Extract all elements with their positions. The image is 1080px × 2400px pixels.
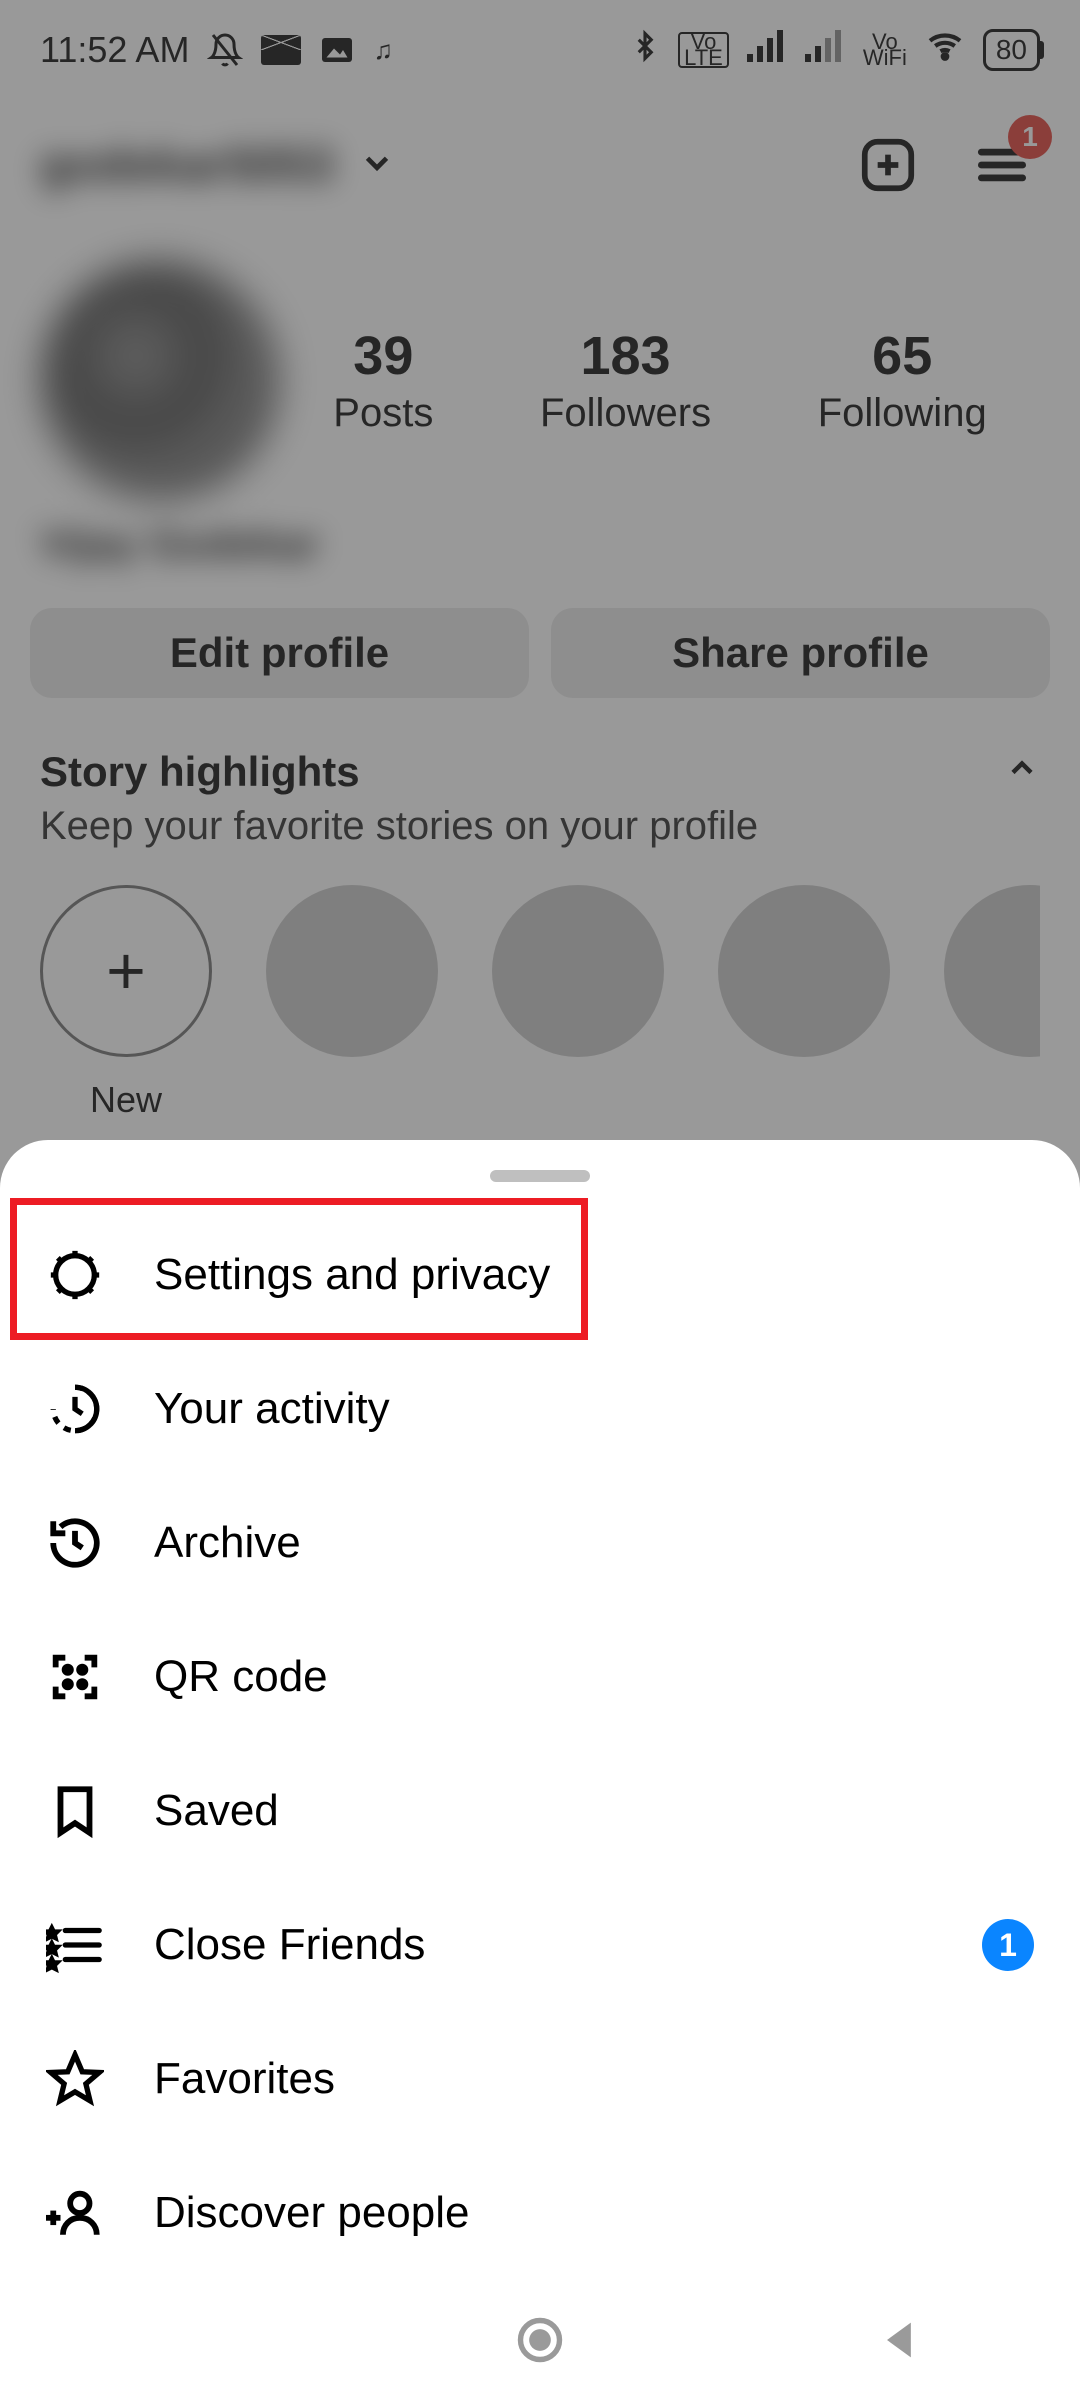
menu-label: Close Friends <box>154 1920 425 1970</box>
close-friends-icon <box>46 1916 104 1974</box>
menu-label: Settings and privacy <box>154 1250 550 1300</box>
menu-discover-people[interactable]: Discover people <box>0 2146 1080 2280</box>
nav-home-button[interactable] <box>514 2314 566 2366</box>
menu-close-friends[interactable]: Close Friends 1 <box>0 1878 1080 2012</box>
stat-posts[interactable]: 39 Posts <box>333 325 433 436</box>
mail-icon <box>261 35 301 65</box>
menu-archive[interactable]: Archive <box>0 1476 1080 1610</box>
menu-label: QR code <box>154 1652 328 1702</box>
highlight-placeholder <box>266 885 438 1121</box>
gear-icon <box>46 1246 104 1304</box>
chevron-up-icon[interactable] <box>1004 748 1040 796</box>
followers-count: 183 <box>540 325 711 387</box>
wifi-icon <box>925 28 965 73</box>
nav-back-button[interactable] <box>874 2314 926 2366</box>
menu-label: Archive <box>154 1518 301 1568</box>
edit-profile-button[interactable]: Edit profile <box>30 608 529 698</box>
highlight-placeholder <box>492 885 664 1121</box>
highlight-new-label: New <box>40 1079 212 1121</box>
menu-favorites[interactable]: Favorites <box>0 2012 1080 2146</box>
menu-qr-code[interactable]: QR code <box>0 1610 1080 1744</box>
signal-icon <box>747 28 787 73</box>
username[interactable]: godekar5053 <box>40 138 334 193</box>
create-button[interactable] <box>850 127 926 203</box>
highlights-subtitle: Keep your favorite stories on your profi… <box>40 804 1040 849</box>
mute-icon <box>207 32 243 68</box>
status-time: 11:52 AM <box>40 29 189 71</box>
bookmark-icon <box>46 1782 104 1840</box>
menu-your-activity[interactable]: Your activity <box>0 1342 1080 1476</box>
plus-icon: + <box>40 885 212 1057</box>
menu-saved[interactable]: Saved <box>0 1744 1080 1878</box>
menu-button[interactable]: 1 <box>964 127 1040 203</box>
stat-followers[interactable]: 183 Followers <box>540 325 711 436</box>
posts-count: 39 <box>333 325 433 387</box>
sheet-handle[interactable] <box>490 1170 590 1182</box>
bottom-sheet: Settings and privacy Your activity Archi… <box>0 1140 1080 2400</box>
menu-settings-privacy[interactable]: Settings and privacy <box>0 1208 1080 1342</box>
menu-label: Saved <box>154 1786 279 1836</box>
chevron-down-icon[interactable] <box>358 144 396 187</box>
image-icon <box>319 32 355 68</box>
signal-icon-2 <box>805 28 845 73</box>
share-profile-button[interactable]: Share profile <box>551 608 1050 698</box>
star-icon <box>46 2050 104 2108</box>
menu-label: Favorites <box>154 2054 335 2104</box>
highlight-placeholder <box>944 885 1040 1121</box>
posts-label: Posts <box>333 391 433 436</box>
followers-label: Followers <box>540 391 711 436</box>
following-label: Following <box>818 391 987 436</box>
highlights-title: Story highlights <box>40 748 360 796</box>
highlight-new[interactable]: + New <box>40 885 212 1121</box>
following-count: 65 <box>818 325 987 387</box>
activity-icon <box>46 1380 104 1438</box>
status-bar: 11:52 AM ♫ Vo LTE <box>0 0 1080 100</box>
stat-following[interactable]: 65 Following <box>818 325 987 436</box>
volte-indicator: Vo LTE <box>678 32 729 68</box>
music-icon: ♫ <box>373 35 393 66</box>
vowifi-indicator: Vo WiFi <box>863 34 907 66</box>
menu-label: Discover people <box>154 2188 470 2238</box>
add-person-icon <box>46 2184 104 2242</box>
qr-code-icon <box>46 1648 104 1706</box>
close-friends-badge: 1 <box>982 1919 1034 1971</box>
nav-recent-button[interactable] <box>154 2314 206 2366</box>
menu-badge: 1 <box>1008 115 1052 159</box>
menu-label: Your activity <box>154 1384 390 1434</box>
battery-indicator: 80 <box>983 29 1040 71</box>
android-nav-bar <box>0 2280 1080 2400</box>
avatar[interactable] <box>40 260 280 500</box>
bluetooth-icon <box>630 26 660 75</box>
display-name: Vijay Godekar <box>0 510 1080 608</box>
highlight-placeholder <box>718 885 890 1121</box>
archive-icon <box>46 1514 104 1572</box>
